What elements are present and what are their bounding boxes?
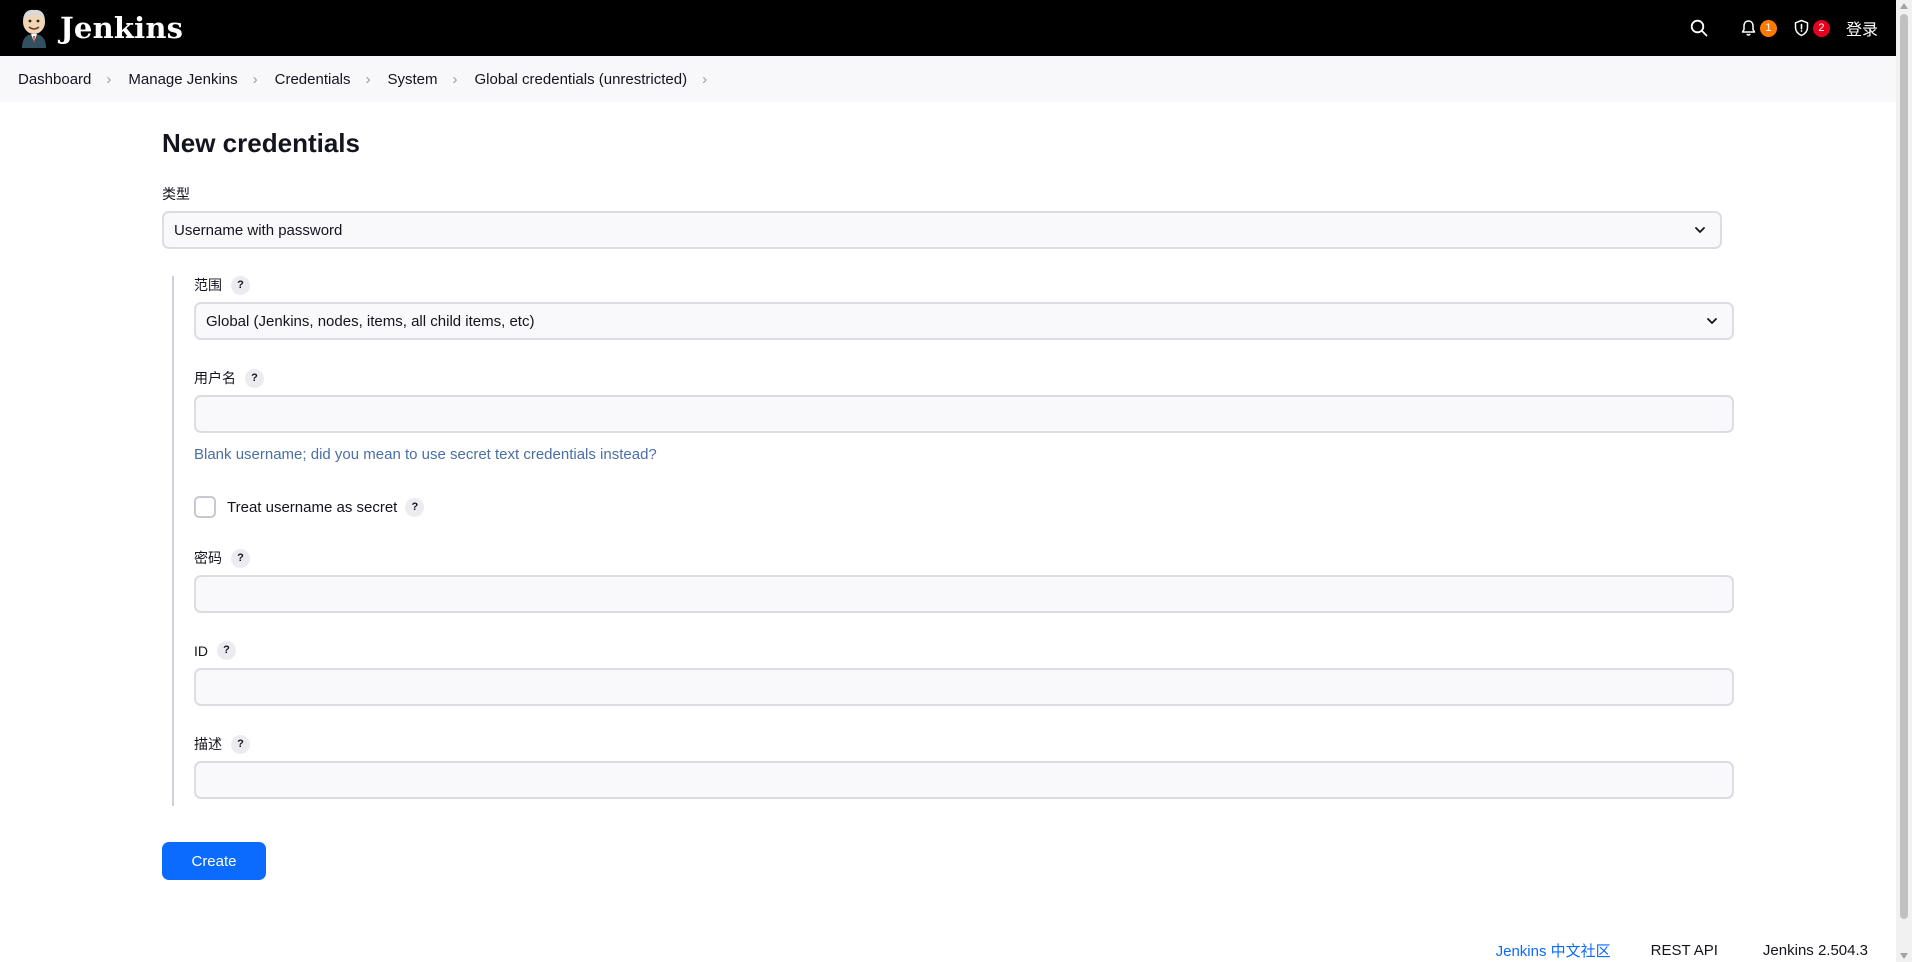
search-button[interactable] <box>1690 19 1708 37</box>
id-input[interactable] <box>194 668 1734 706</box>
chevron-right-icon: › <box>252 70 258 88</box>
page-scrollbar[interactable] <box>1896 0 1912 962</box>
breadcrumb-manage-jenkins[interactable]: Manage Jenkins <box>128 71 237 88</box>
version-link[interactable]: Jenkins 2.504.3 <box>1763 942 1868 959</box>
footer: Jenkins 中文社区 REST API Jenkins 2.504.3 <box>1496 940 1868 961</box>
kind-select-value: Username with password <box>174 221 343 239</box>
username-label: 用户名 ? <box>194 368 264 388</box>
scroll-up-arrow-icon[interactable] <box>1900 3 1908 9</box>
bell-icon <box>1741 20 1756 36</box>
jenkins-logo-icon <box>18 8 50 48</box>
rest-api-link[interactable]: REST API <box>1651 942 1718 959</box>
scope-select[interactable]: Global (Jenkins, nodes, items, all child… <box>194 302 1734 340</box>
chevron-right-icon: › <box>365 70 371 88</box>
credential-fields-section: 范围 ? Global (Jenkins, nodes, items, all … <box>172 275 1736 806</box>
top-navigation-bar: Jenkins 1 2 登录 <box>0 0 1896 56</box>
password-help-button[interactable]: ? <box>231 548 250 568</box>
breadcrumb-dashboard[interactable]: Dashboard <box>18 71 91 88</box>
header-actions: 1 2 登录 <box>1666 0 1878 56</box>
scrollbar-thumb[interactable] <box>1900 14 1908 919</box>
security-button[interactable]: 2 <box>1793 19 1830 37</box>
scroll-down-arrow-icon[interactable] <box>1900 953 1908 959</box>
chevron-down-icon <box>1707 318 1717 324</box>
id-label: ID ? <box>194 641 236 660</box>
breadcrumb-global-credentials[interactable]: Global credentials (unrestricted) <box>475 71 688 88</box>
kind-label: 类型 <box>162 184 190 204</box>
scope-label: 范围 ? <box>194 275 250 295</box>
scope-select-value: Global (Jenkins, nodes, items, all child… <box>206 312 535 330</box>
breadcrumb: Dashboard › Manage Jenkins › Credentials… <box>0 56 1896 102</box>
description-label-text: 描述 <box>194 736 222 752</box>
username-secret-help-button[interactable]: ? <box>405 497 425 517</box>
search-icon <box>1690 19 1708 37</box>
chevron-right-icon: › <box>106 70 112 88</box>
username-secret-checkbox[interactable] <box>194 496 216 518</box>
create-button[interactable]: Create <box>162 842 266 880</box>
description-help-button[interactable]: ? <box>231 734 250 754</box>
password-label-text: 密码 <box>194 550 222 566</box>
username-hint[interactable]: Blank username; did you mean to use secr… <box>194 446 657 463</box>
page-title: New credentials <box>162 128 360 158</box>
shield-icon <box>1794 19 1809 37</box>
username-label-text: 用户名 <box>194 370 236 386</box>
password-label: 密码 ? <box>194 548 250 568</box>
notifications-button[interactable]: 1 <box>1740 19 1777 37</box>
breadcrumb-credentials[interactable]: Credentials <box>275 71 351 88</box>
description-input[interactable] <box>194 761 1734 799</box>
jenkins-home-link[interactable]: Jenkins <box>18 8 183 48</box>
chevron-down-icon <box>1695 227 1705 233</box>
chevron-right-icon: › <box>452 70 458 88</box>
kind-label-text: 类型 <box>162 186 190 202</box>
brand-name: Jenkins <box>60 11 184 45</box>
chevron-right-icon[interactable]: › <box>702 71 707 88</box>
security-badge: 2 <box>1812 19 1830 37</box>
notifications-badge: 1 <box>1759 19 1777 37</box>
login-link[interactable]: 登录 <box>1846 16 1878 40</box>
username-help-button[interactable]: ? <box>245 368 264 388</box>
kind-select[interactable]: Username with password <box>162 211 1722 249</box>
username-secret-row: Treat username as secret ? <box>194 496 425 518</box>
username-input[interactable] <box>194 395 1734 433</box>
scope-label-text: 范围 <box>194 277 222 293</box>
id-label-text: ID <box>194 642 208 659</box>
username-secret-label[interactable]: Treat username as secret <box>227 499 397 516</box>
scope-help-button[interactable]: ? <box>231 275 250 295</box>
description-label: 描述 ? <box>194 734 250 754</box>
id-help-button[interactable]: ? <box>217 641 236 660</box>
password-input[interactable] <box>194 575 1734 613</box>
breadcrumb-system[interactable]: System <box>388 71 438 88</box>
community-link[interactable]: Jenkins 中文社区 <box>1496 940 1611 961</box>
main-content: New credentials 类型 Username with passwor… <box>162 102 1736 880</box>
